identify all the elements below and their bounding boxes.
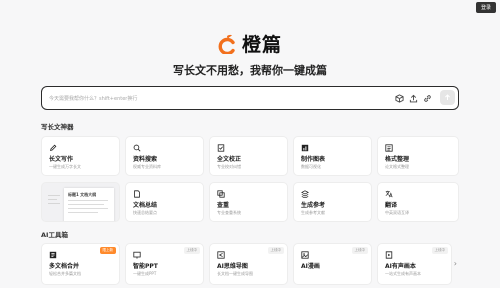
card-desc: 专业查重系统 [217, 210, 241, 215]
card-desc: 一键生成PPT [133, 271, 157, 276]
translate-icon [385, 190, 393, 198]
comic-icon [301, 251, 309, 259]
card-title: 格式整理 [385, 156, 410, 163]
outline-line [48, 203, 60, 205]
search-icon [133, 144, 141, 152]
card-desc: 一键生成万字长文 [49, 164, 81, 169]
document-preview: 标题1 文档大纲 [41, 182, 120, 222]
card-desc: 轻松合并多篇文档 [49, 271, 81, 276]
upload-icon[interactable] [409, 94, 418, 103]
card-desc: 长文档一键生成导图 [217, 271, 253, 276]
card-long-writing[interactable]: 长文写作 一键生成万字长文 [41, 136, 120, 176]
status-badge: 上线中 [183, 247, 200, 254]
reference-icon [301, 190, 309, 198]
card-translate[interactable]: 翻译 中英双语互译 [377, 182, 459, 222]
paper-sheet: 标题1 文档大纲 [64, 188, 114, 221]
check-doc-icon [217, 144, 225, 152]
send-icon [445, 94, 450, 100]
link-icon[interactable] [423, 94, 432, 103]
status-badge: 上线中 [267, 247, 284, 254]
card-title: 文档总结 [133, 202, 158, 209]
card-desc: 快速总结要点 [133, 210, 157, 215]
card-desc: 数据可视化 [301, 164, 321, 169]
section-title-writing: 写长文神器 [41, 123, 74, 131]
audiobook-icon [385, 251, 393, 259]
card-multi-doc-merge[interactable]: 限上新 多文档合并 轻松合并多篇文档 [41, 243, 120, 285]
text-line [68, 204, 104, 206]
chart-icon [301, 144, 309, 152]
doc-icon [134, 190, 140, 198]
send-button[interactable] [440, 90, 455, 105]
card-desc: 论文格式整理 [385, 164, 409, 169]
card-format[interactable]: 格式整理 论文格式整理 [377, 136, 459, 176]
card-title: 智能PPT [133, 263, 158, 270]
card-desc: 权威专业资料库 [133, 164, 161, 169]
outline-line [48, 199, 57, 201]
duplicate-icon [217, 190, 225, 198]
card-title: 长文写作 [49, 156, 74, 163]
outline-line [48, 195, 60, 197]
card-title: AI有声画本 [385, 263, 416, 270]
merge-icon [49, 251, 57, 259]
card-ai-audiobook[interactable]: 上线中 AI有声画本 一站式生成有声画本 [377, 243, 452, 285]
brand: 橙篇 [0, 30, 500, 57]
format-icon [385, 144, 393, 152]
card-title: AI思维导图 [217, 263, 248, 270]
card-title: 生成参考 [301, 202, 326, 209]
ppt-icon [133, 251, 141, 259]
status-badge: 上线中 [431, 247, 448, 254]
slogan: 写长文不用愁，我帮你一键成篇 [173, 64, 327, 77]
card-title: 多文档合并 [49, 263, 80, 270]
card-smart-ppt[interactable]: 上线中 智能PPT 一键生成PPT [125, 243, 204, 285]
status-badge: 上线中 [351, 247, 368, 254]
card-reference[interactable]: 生成参考 生成参考文献 [293, 182, 372, 222]
card-title: 全文校正 [217, 156, 242, 163]
card-desc: 生成参考文献 [301, 210, 325, 215]
card-ai-comic[interactable]: 上线中 AI漫画 [293, 243, 372, 285]
card-title: AI漫画 [301, 263, 320, 270]
brand-name: 橙篇 [241, 34, 282, 56]
login-button[interactable]: 登录 [475, 2, 496, 13]
card-desc: 中英双语互译 [385, 210, 409, 215]
chevron-right-icon[interactable]: › [454, 259, 457, 268]
card-duplicate-check[interactable]: 查重 专业查重系统 [209, 182, 288, 222]
card-doc-summary[interactable]: 文档总结 快速总结要点 [125, 182, 204, 222]
search-box[interactable] [41, 86, 459, 110]
card-desc: 专业校对纠错 [217, 164, 241, 169]
orange-logo-icon [218, 34, 235, 54]
text-line [68, 212, 98, 214]
card-title: 资料搜索 [133, 156, 158, 163]
card-ai-mindmap[interactable]: 上线中 AI思维导图 长文档一键生成导图 [209, 243, 288, 285]
cube-icon[interactable] [395, 94, 404, 103]
text-line [68, 208, 108, 210]
card-title: 翻译 [385, 202, 398, 209]
preview-title: 标题1 文档大纲 [68, 192, 97, 197]
section-title-ai-tools: AI工具箱 [41, 231, 68, 239]
card-proofread[interactable]: 全文校正 专业校对纠错 [209, 136, 288, 176]
mindmap-icon [217, 251, 225, 259]
status-badge: 限上新 [99, 247, 116, 254]
pen-icon [50, 144, 57, 151]
card-title: 查重 [217, 202, 230, 209]
card-title: 制作图表 [301, 156, 326, 163]
card-chart[interactable]: 制作图表 数据可视化 [293, 136, 372, 176]
card-desc: 一站式生成有声画本 [385, 271, 421, 276]
card-material-search[interactable]: 资料搜索 权威专业资料库 [125, 136, 204, 176]
search-input[interactable] [49, 93, 369, 104]
text-line [68, 200, 108, 202]
